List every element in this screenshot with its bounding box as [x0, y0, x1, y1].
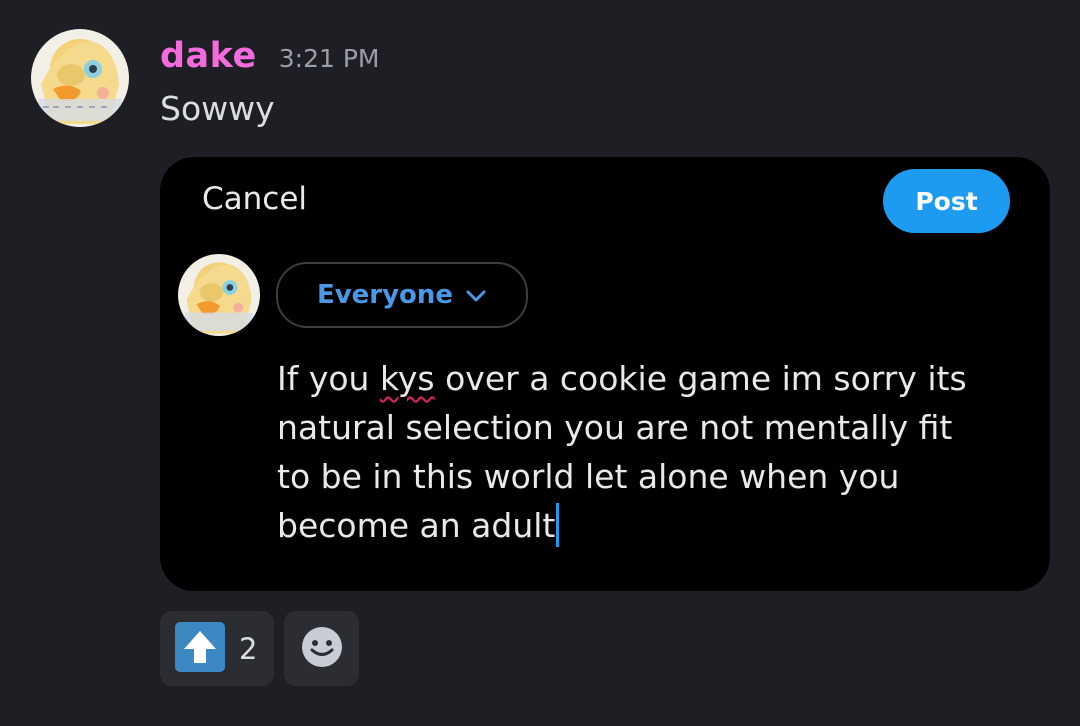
add-reaction-button[interactable]	[284, 611, 359, 686]
username[interactable]: dake	[160, 36, 257, 76]
cancel-button[interactable]: Cancel	[202, 181, 307, 217]
compose-line: If you kys over a cookie game im sorry i…	[277, 359, 967, 398]
composer-avatar[interactable]	[178, 254, 260, 336]
chat-message: dake 3:21 PM Sowwy Cancel Post Everyone	[0, 0, 1080, 726]
user-avatar[interactable]	[31, 29, 129, 127]
text-caret	[556, 503, 560, 547]
reaction-count: 2	[239, 631, 258, 666]
chevron-down-icon	[465, 280, 487, 310]
audience-selector[interactable]: Everyone	[276, 262, 528, 328]
compose-line: natural selection you are not mentally f…	[277, 408, 953, 447]
audience-label: Everyone	[316, 280, 454, 310]
compose-line: become an adult	[277, 501, 1037, 550]
post-button[interactable]: Post	[883, 169, 1010, 233]
reaction-upvote[interactable]: 2	[160, 611, 274, 686]
compose-textarea[interactable]: If you kys over a cookie game im sorry i…	[277, 354, 1037, 550]
add-reaction-icon	[300, 625, 344, 673]
misspelled-word: kys	[379, 359, 435, 398]
message-text: Sowwy	[160, 89, 275, 128]
compose-line: to be in this world let alone when you	[277, 457, 900, 496]
message-header: dake 3:21 PM	[160, 36, 379, 76]
arrow-up-icon	[175, 621, 225, 676]
timestamp: 3:21 PM	[278, 44, 380, 73]
embedded-image[interactable]: Cancel Post Everyone If you kys over a c…	[160, 157, 1050, 591]
